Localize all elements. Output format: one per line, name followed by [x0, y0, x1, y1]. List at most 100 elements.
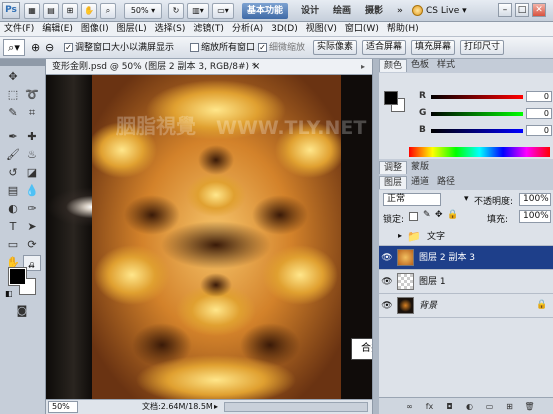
document-tab[interactable]: 变形金刚.psd @ 50% (图层 2 副本 3, RGB/8#) * × ▸ — [46, 59, 372, 75]
zoom-level-dropdown[interactable]: 50% ▾ — [124, 3, 162, 19]
lock-transparency-icon[interactable] — [409, 212, 418, 221]
menu-image[interactable]: 图像(I) — [77, 22, 113, 37]
3d-rotate-tool-icon[interactable]: ⟳ — [23, 237, 41, 253]
eraser-tool-icon[interactable]: ◪ — [23, 165, 41, 181]
toolbox-grip[interactable] — [0, 59, 46, 66]
zoom-tool-icon[interactable]: ⌕ — [100, 3, 116, 19]
dodge-tool-icon[interactable]: ◐ — [4, 201, 22, 217]
status-menu-arrow[interactable]: ▸ — [214, 402, 218, 412]
zoom-preset-picker[interactable]: ⌕▾ — [3, 39, 25, 56]
clone-stamp-tool-icon[interactable]: ♨ — [23, 147, 41, 163]
tab-masks[interactable]: 蒙版 — [407, 161, 433, 174]
lasso-tool-icon[interactable]: ➰ — [23, 87, 41, 103]
scrubby-zoom-checkbox[interactable]: ✓ — [258, 43, 267, 52]
close-button[interactable]: ✕ — [532, 3, 546, 17]
brush-tool-icon[interactable]: 🖌 — [4, 147, 22, 163]
layer-row-selected[interactable]: 👁 图层 2 副本 3 — [379, 246, 553, 270]
quick-mask-icon[interactable]: ◙ — [13, 303, 31, 319]
path-select-tool-icon[interactable]: ➤ — [23, 219, 41, 235]
color-fg-swatch-top[interactable] — [384, 91, 398, 105]
tab-styles[interactable]: 样式 — [433, 59, 459, 72]
fill-field[interactable]: 100% — [519, 210, 551, 223]
document-close-icon[interactable]: × — [252, 61, 260, 73]
maximize-button[interactable]: □ — [515, 3, 529, 17]
eyedropper-tool-icon[interactable]: ✒ — [4, 129, 22, 145]
tab-paths[interactable]: 路径 — [433, 176, 459, 189]
workspace-photography[interactable]: 摄影 — [360, 3, 388, 19]
eye-icon[interactable]: 👁 — [381, 300, 393, 312]
history-brush-tool-icon[interactable]: ↺ — [4, 165, 22, 181]
foreground-color-swatch-top[interactable] — [9, 268, 26, 285]
default-colors-icon[interactable]: ◧ — [5, 290, 13, 298]
menu-window[interactable]: 窗口(W) — [341, 22, 383, 37]
screen-mode-icon[interactable]: ▭▾ — [212, 3, 234, 19]
workspace-more[interactable]: » — [392, 3, 408, 19]
new-group-icon[interactable]: ▭ — [484, 401, 495, 412]
resize-windows-checkbox[interactable]: ✓ — [64, 43, 73, 52]
cs-live-menu[interactable]: CS Live ▾ — [426, 4, 467, 18]
workspace-design[interactable]: 设计 — [296, 3, 324, 19]
quick-select-tool-icon[interactable]: ✎ — [4, 105, 22, 121]
menu-layer[interactable]: 图层(L) — [113, 22, 151, 37]
opacity-field[interactable]: 100% — [519, 193, 551, 206]
fill-screen-button[interactable]: 填充屏幕 — [411, 40, 455, 55]
mini-bridge-icon[interactable]: ▤ — [43, 3, 59, 19]
adjustment-layer-icon[interactable]: ◐ — [464, 401, 475, 412]
menu-filter[interactable]: 滤镜(T) — [189, 22, 228, 37]
print-size-button[interactable]: 打印尺寸 — [460, 40, 504, 55]
layer-style-icon[interactable]: fx — [424, 401, 435, 412]
marquee-tool-icon[interactable]: ⬚ — [4, 87, 22, 103]
b-slider[interactable] — [431, 129, 523, 133]
extras-icon[interactable]: ⊞ — [62, 3, 78, 19]
g-slider[interactable] — [431, 112, 523, 116]
minimize-button[interactable]: – — [498, 3, 512, 17]
tab-swatches[interactable]: 色板 — [407, 59, 433, 72]
status-zoom-field[interactable]: 50% — [48, 401, 78, 413]
delete-layer-icon[interactable]: 🗑 — [524, 401, 535, 412]
lock-pixels-icon[interactable]: ✎ — [423, 210, 431, 220]
menu-3d[interactable]: 3D(D) — [267, 22, 302, 37]
workspace-essentials[interactable]: 基本功能 — [242, 3, 289, 19]
rotate-view-icon[interactable]: ↻ — [168, 3, 184, 19]
menu-view[interactable]: 视图(V) — [302, 22, 341, 37]
link-layers-icon[interactable]: ∞ — [404, 401, 415, 412]
gradient-tool-icon[interactable]: ▤ — [4, 183, 22, 199]
move-tool-icon[interactable]: ✥ — [4, 69, 22, 85]
eye-icon[interactable]: 👁 — [381, 252, 393, 264]
tab-color[interactable]: 颜色 — [379, 59, 408, 72]
bridge-icon[interactable]: ▦ — [24, 3, 40, 19]
horizontal-scrollbar[interactable] — [224, 402, 368, 412]
arrange-documents-icon[interactable]: ▥▾ — [187, 3, 209, 19]
lock-position-icon[interactable]: ✥ — [435, 210, 443, 220]
group-expand-arrow-icon[interactable]: ▸ — [398, 231, 402, 240]
fit-screen-button[interactable]: 适合屏幕 — [362, 40, 406, 55]
color-spectrum-ramp[interactable] — [409, 147, 550, 157]
r-value-field[interactable]: 0 — [526, 91, 552, 102]
blend-mode-select[interactable]: 正常 — [383, 193, 441, 206]
blend-mode-chevron-icon[interactable]: ▾ — [464, 194, 469, 204]
menu-select[interactable]: 选择(S) — [151, 22, 190, 37]
tab-channels[interactable]: 通道 — [407, 176, 433, 189]
pen-tool-icon[interactable]: ✑ — [23, 201, 41, 217]
lock-all-icon[interactable]: 🔒 — [447, 210, 458, 220]
new-layer-icon[interactable]: ⊞ — [504, 401, 515, 412]
menu-help[interactable]: 帮助(H) — [383, 22, 423, 37]
tab-layers[interactable]: 图层 — [379, 176, 408, 189]
layer-row-group-text[interactable]: ▸ 📁 文字 — [379, 228, 553, 246]
menu-analysis[interactable]: 分析(A) — [228, 22, 267, 37]
type-tool-icon[interactable]: T — [4, 219, 22, 235]
zoom-all-checkbox[interactable] — [190, 43, 199, 52]
hand-tool-icon[interactable]: ✋ — [81, 3, 97, 19]
panel-collapse-icon[interactable]: ▸ — [358, 62, 368, 72]
menu-file[interactable]: 文件(F) — [0, 22, 38, 37]
tab-adjustments[interactable]: 调整 — [379, 161, 408, 174]
g-value-field[interactable]: 0 — [526, 108, 552, 119]
shape-tool-icon[interactable]: ▭ — [4, 237, 22, 253]
blur-tool-icon[interactable]: 💧 — [23, 183, 41, 199]
zoom-in-icon[interactable]: ⊕ — [31, 41, 40, 55]
eye-icon[interactable]: 👁 — [381, 276, 393, 288]
menu-edit[interactable]: 编辑(E) — [38, 22, 77, 37]
document-canvas[interactable]: 胭脂視覺 WWW.TLY.NET — [46, 75, 372, 399]
layer-row-background[interactable]: 👁 背景 🔒 — [379, 294, 553, 318]
swap-colors-icon[interactable]: ↔ — [28, 263, 35, 271]
